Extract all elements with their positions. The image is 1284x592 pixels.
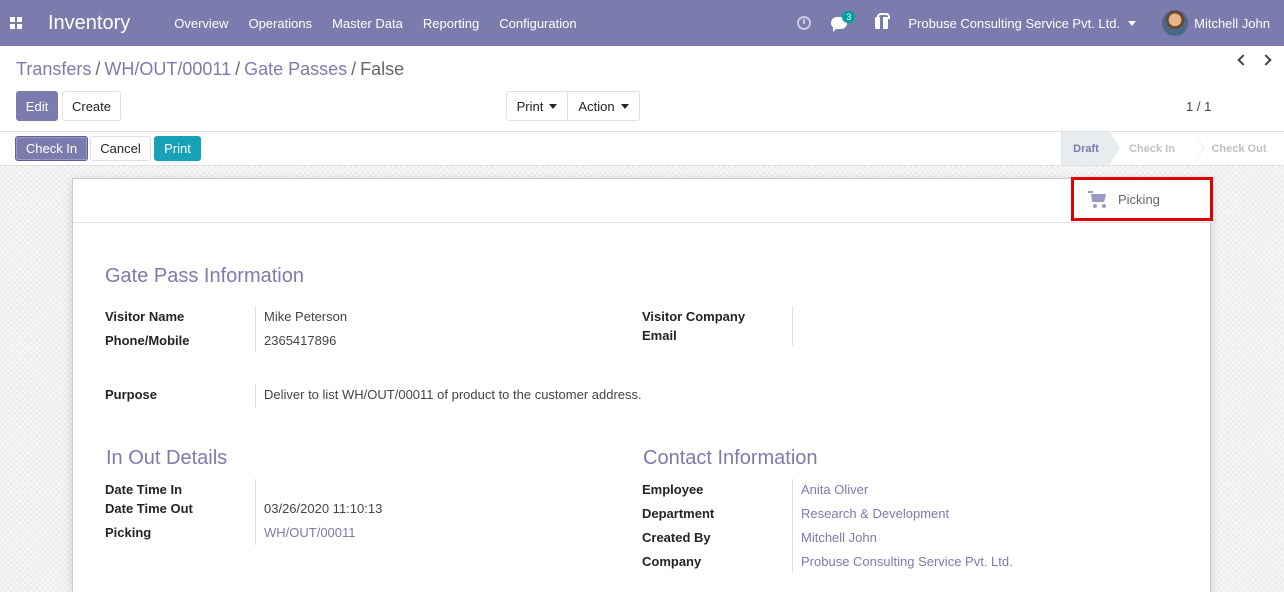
- picking-link[interactable]: WH/OUT/00011: [264, 525, 356, 540]
- purpose-label: Purpose: [105, 387, 158, 402]
- breadcrumb-separator: /: [235, 59, 241, 79]
- created-by-label: Created By: [642, 530, 711, 545]
- date-time-in-label: Date Time In: [105, 482, 183, 497]
- breadcrumb-separator: /: [351, 59, 357, 79]
- apps-menu-icon[interactable]: [0, 0, 32, 46]
- visitor-name-label: Visitor Name: [105, 309, 185, 324]
- email-label: Email: [642, 328, 677, 343]
- gift-icon[interactable]: [875, 13, 891, 29]
- stage-check-out-label: Check Out: [1211, 142, 1267, 155]
- stage-arrow: [1110, 132, 1120, 164]
- print-dropdown-button[interactable]: Print: [506, 91, 568, 121]
- company-switcher[interactable]: Probuse Consulting Service Pvt. Ltd.: [908, 16, 1120, 31]
- form-statusbar: Check In Cancel Print Draft Check In Che…: [0, 132, 1284, 166]
- chevron-down-icon: [620, 103, 629, 109]
- picking-label: Picking: [105, 525, 152, 540]
- edit-button[interactable]: Edit: [16, 91, 58, 121]
- chevron-down-icon[interactable]: [1128, 20, 1137, 26]
- field-divider: [255, 384, 256, 408]
- breadcrumb-picking[interactable]: WH/OUT/00011: [104, 59, 231, 79]
- status-stages: Draft Check In Check Out: [1061, 132, 1284, 165]
- stage-check-in: Check In: [1110, 132, 1204, 165]
- contact-section-title: Contact Information: [643, 447, 818, 469]
- cancel-button[interactable]: Cancel: [90, 136, 151, 161]
- chat-count-badge: 3: [842, 11, 856, 23]
- smart-button-box: Picking: [73, 177, 1213, 223]
- visitor-name-field: Mike Peterson: [264, 309, 348, 324]
- visitor-company-label: Visitor Company: [642, 309, 746, 324]
- print-button[interactable]: Print: [154, 136, 201, 161]
- shopping-cart-icon: [1088, 191, 1108, 208]
- navbar-right: 3 Probuse Consulting Service Pvt. Ltd. M…: [797, 0, 1284, 46]
- stage-check-in-label: Check In: [1129, 142, 1175, 155]
- top-navbar: Inventory Overview Operations Master Dat…: [0, 0, 1284, 46]
- form-sheet: Picking Gate Pass Information Visitor Na…: [72, 177, 1213, 592]
- field-divider: [792, 479, 793, 573]
- stage-arrow-inner: [1194, 132, 1203, 164]
- create-button[interactable]: Create: [62, 91, 121, 121]
- gate-pass-section-title: Gate Pass Information: [105, 265, 304, 287]
- breadcrumb: Transfers / WH/OUT/00011/Gate Passes / False: [16, 59, 404, 80]
- breadcrumb-transfers[interactable]: Transfers: [16, 59, 91, 79]
- phone-label: Phone/Mobile: [105, 333, 190, 348]
- chevron-down-icon: [549, 103, 558, 109]
- menu-item-master-data[interactable]: Master Data: [332, 16, 403, 31]
- action-label: Action: [578, 98, 615, 114]
- menu-item-operations[interactable]: Operations: [248, 16, 312, 31]
- main-menu: Overview Operations Master Data Reportin…: [174, 16, 596, 31]
- employee-link[interactable]: Anita Oliver: [801, 482, 868, 497]
- picking-smart-button-label: Picking: [1118, 191, 1160, 207]
- field-divider: [792, 306, 793, 346]
- menu-item-configuration[interactable]: Configuration: [499, 16, 576, 31]
- field-divider: [255, 306, 256, 352]
- employee-label: Employee: [642, 482, 704, 497]
- chevron-left-icon[interactable]: [1236, 53, 1249, 67]
- phone-field: 2365417896: [264, 333, 337, 348]
- date-time-out-label: Date Time Out: [105, 501, 193, 516]
- pager-value[interactable]: 1 / 1: [1186, 99, 1211, 114]
- chevron-right-icon[interactable]: [1260, 53, 1272, 67]
- company-link[interactable]: Probuse Consulting Service Pvt. Ltd.: [801, 554, 1013, 569]
- app-brand[interactable]: Inventory: [48, 12, 130, 35]
- field-divider: [255, 479, 256, 545]
- print-label: Print: [516, 98, 544, 114]
- user-menu[interactable]: Mitchell John: [1194, 16, 1270, 31]
- date-time-out-field: 03/26/2020 11:10:13: [264, 501, 383, 516]
- action-dropdown-button[interactable]: Action: [567, 91, 640, 121]
- avatar[interactable]: [1162, 10, 1189, 36]
- breadcrumb-separator: /: [95, 59, 101, 79]
- breadcrumb-current: False: [360, 59, 405, 79]
- menu-item-overview[interactable]: Overview: [174, 16, 228, 31]
- in-out-section-title: In Out Details: [106, 447, 228, 469]
- company-label: Company: [642, 554, 702, 569]
- messaging-chat-icon[interactable]: 3: [831, 11, 856, 32]
- stage-check-out: Check Out: [1194, 132, 1284, 165]
- department-link[interactable]: Research & Development: [801, 506, 949, 521]
- breadcrumb-gate-passes[interactable]: Gate Passes: [244, 59, 347, 79]
- menu-item-reporting[interactable]: Reporting: [423, 16, 479, 31]
- picking-smart-button[interactable]: Picking: [1071, 177, 1213, 221]
- purpose-field: Deliver to list WH/OUT/00011 of product …: [264, 387, 642, 402]
- department-label: Department: [642, 506, 715, 521]
- activity-clock-icon[interactable]: [797, 16, 812, 30]
- stage-draft: Draft: [1061, 132, 1120, 165]
- check-in-button[interactable]: Check In: [15, 136, 88, 161]
- stage-draft-label: Draft: [1073, 142, 1099, 155]
- created-by-link[interactable]: Mitchell John: [801, 530, 877, 545]
- control-panel: Transfers / WH/OUT/00011/Gate Passes / False…: [0, 46, 1284, 132]
